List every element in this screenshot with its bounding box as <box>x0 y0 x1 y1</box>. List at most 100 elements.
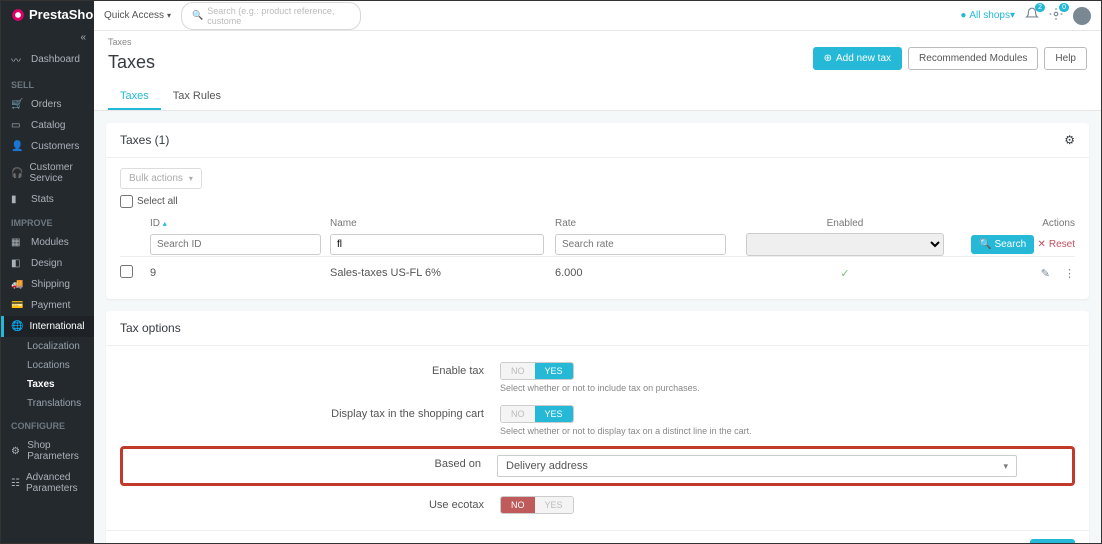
filter-rate-input[interactable] <box>555 234 726 255</box>
select-all-checkbox[interactable] <box>120 195 133 208</box>
based-value: Delivery address <box>506 460 588 472</box>
breadcrumb: Taxes <box>108 37 1087 47</box>
select-all-label: Select all <box>137 196 178 207</box>
sidebar-item-international[interactable]: 🌐International <box>1 316 94 337</box>
payment-icon: 💳 <box>11 300 25 311</box>
col-name[interactable]: Name <box>330 218 555 229</box>
col-enabled[interactable]: Enabled <box>735 218 955 229</box>
sidebar-label: Shop Parameters <box>27 440 84 462</box>
sub-taxes[interactable]: Taxes <box>17 375 94 394</box>
reset-label: Reset <box>1049 239 1075 250</box>
help-button[interactable]: Help <box>1044 47 1087 70</box>
shop-selector[interactable]: ● All shops ▾ <box>960 10 1015 21</box>
search-input[interactable]: 🔍 Search (e.g.: product reference, custo… <box>181 2 361 30</box>
ecotax-toggle[interactable]: NO YES <box>500 496 574 514</box>
tab-tax-rules[interactable]: Tax Rules <box>161 84 233 110</box>
sidebar-label: Customer Service <box>29 162 84 184</box>
brand-name: PrestaShop <box>29 7 101 22</box>
search-button[interactable]: 🔍 Search <box>971 235 1034 254</box>
toggle-no[interactable]: NO <box>501 497 535 513</box>
sub-translations[interactable]: Translations <box>17 394 94 413</box>
topbar: Quick Access ▾ 🔍 Search (e.g.: product r… <box>94 1 1101 31</box>
notifications-icon[interactable]: 2 <box>1025 7 1039 24</box>
sidebar-item-customer-service[interactable]: 🎧Customer Service <box>1 157 94 189</box>
based-on-label: Based on <box>133 455 497 470</box>
add-label: Add new tax <box>836 53 891 64</box>
edit-icon[interactable]: ✎ <box>1041 267 1050 280</box>
enable-tax-toggle[interactable]: NO YES <box>500 362 574 380</box>
more-icon[interactable]: ⋮ <box>1064 267 1075 280</box>
sidebar-item-catalog[interactable]: ▭ Catalog <box>1 115 94 136</box>
debug-icon[interactable]: 0 <box>1049 7 1063 24</box>
logo-icon <box>11 8 25 22</box>
truck-icon: 🚚 <box>11 279 25 290</box>
sidebar-label: Design <box>31 258 62 269</box>
gear-icon[interactable]: ⚙ <box>1064 133 1075 147</box>
toggle-yes[interactable]: YES <box>535 406 573 422</box>
search-placeholder: Search (e.g.: product reference, custome <box>207 6 350 26</box>
sub-localization[interactable]: Localization <box>17 337 94 356</box>
debug-badge: 0 <box>1059 3 1069 12</box>
filter-id-input[interactable] <box>150 234 321 255</box>
row-name: Sales-taxes US-FL 6% <box>330 267 555 279</box>
group-sell: SELL <box>1 72 94 94</box>
row-id: 9 <box>150 267 330 279</box>
sidebar-item-orders[interactable]: 🛒Orders <box>1 94 94 115</box>
toggle-yes[interactable]: YES <box>535 363 573 379</box>
sidebar-item-shop-params[interactable]: ⚙ Shop Parameters <box>1 435 94 467</box>
avatar[interactable] <box>1073 7 1091 25</box>
sidebar-label: Modules <box>31 237 69 248</box>
sidebar-item-adv-params[interactable]: ☷Advanced Parameters <box>1 467 94 499</box>
filter-name-input[interactable] <box>330 234 544 255</box>
sub-locations[interactable]: Locations <box>17 356 94 375</box>
sidebar-label: Catalog <box>31 120 65 131</box>
search-icon: 🔍 <box>192 10 203 21</box>
tax-options-panel: Tax options Enable tax NO YES Select whe… <box>106 311 1089 543</box>
row-rate: 6.000 <box>555 267 735 279</box>
catalog-icon: ▭ <box>11 120 25 131</box>
enabled-check-icon[interactable]: ✓ <box>735 267 955 280</box>
recommended-modules-button[interactable]: Recommended Modules <box>908 47 1038 70</box>
help-text: Select whether or not to include tax on … <box>500 383 1075 393</box>
sidebar-label: Customers <box>31 141 79 152</box>
sidebar-item-stats[interactable]: ▮Stats <box>1 189 94 210</box>
based-on-select[interactable]: Delivery address ▾ <box>497 455 1017 477</box>
col-actions: Actions <box>955 218 1075 229</box>
enable-tax-label: Enable tax <box>120 362 500 377</box>
sidebar-item-customers[interactable]: 👤Customers <box>1 136 94 157</box>
sidebar-label: Shipping <box>31 279 70 290</box>
toggle-yes[interactable]: YES <box>535 497 573 513</box>
filter-enabled-select[interactable] <box>746 233 944 256</box>
display-cart-toggle[interactable]: NO YES <box>500 405 574 423</box>
add-new-tax-button[interactable]: ⊕ Add new tax <box>813 47 902 70</box>
reset-button[interactable]: ✕ Reset <box>1037 239 1075 250</box>
stats-icon: ▮ <box>11 194 25 205</box>
sidebar-item-design[interactable]: ◧ Design <box>1 253 94 274</box>
collapse-icon[interactable]: « <box>1 28 94 47</box>
page-title: Taxes <box>108 52 155 73</box>
chevron-down-icon: ▾ <box>167 11 171 20</box>
sidebar-item-shipping[interactable]: 🚚 Shipping <box>1 274 94 295</box>
col-rate[interactable]: Rate <box>555 218 735 229</box>
quick-access-dropdown[interactable]: Quick Access ▾ <box>104 10 171 21</box>
based-on-highlight: Based on Delivery address ▾ <box>120 446 1075 486</box>
gear-icon: ⚙ <box>11 446 21 457</box>
globe-icon: 🌐 <box>11 321 23 332</box>
panel-title: Taxes (1) <box>120 133 169 147</box>
save-button[interactable]: Save <box>1030 539 1075 543</box>
bulk-actions-dropdown[interactable]: Bulk actions ▾ <box>120 168 202 189</box>
row-checkbox[interactable] <box>120 265 133 278</box>
table-row: 9 Sales-taxes US-FL 6% 6.000 ✓ ✎ ⋮ <box>120 256 1075 289</box>
toggle-no[interactable]: NO <box>501 363 535 379</box>
ecotax-label: Use ecotax <box>120 496 500 511</box>
chevron-down-icon: ▾ <box>189 174 193 183</box>
sliders-icon: ☷ <box>11 478 20 489</box>
sidebar-item-modules[interactable]: ▦Modules <box>1 232 94 253</box>
toggle-no[interactable]: NO <box>501 406 535 422</box>
tab-taxes[interactable]: Taxes <box>108 84 161 110</box>
sidebar-item-payment[interactable]: 💳Payment <box>1 295 94 316</box>
design-icon: ◧ <box>11 258 25 269</box>
sidebar-label: Dashboard <box>31 54 80 65</box>
col-id[interactable]: ID ▴ <box>150 218 330 229</box>
sidebar-item-dashboard[interactable]: 〰 Dashboard <box>1 47 94 72</box>
